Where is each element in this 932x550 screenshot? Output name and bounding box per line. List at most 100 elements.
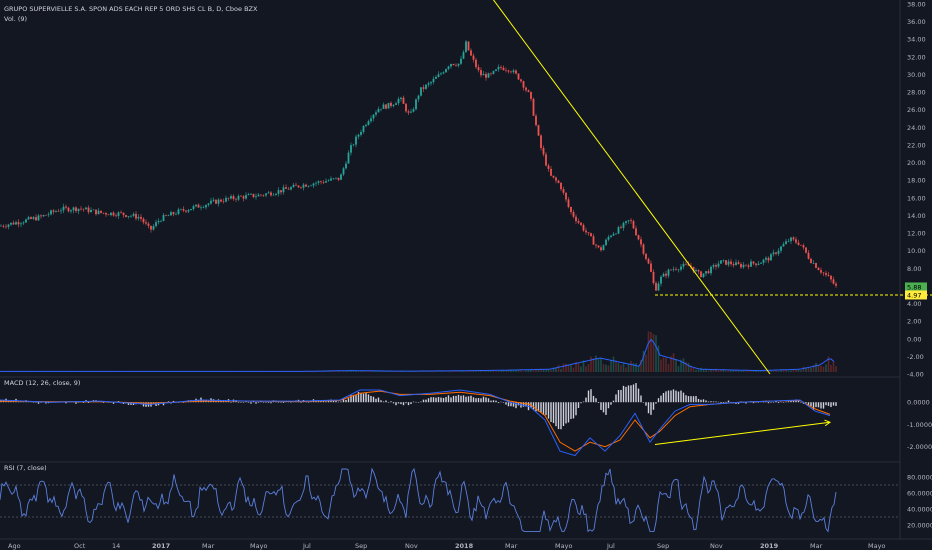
candle-body — [115, 215, 117, 217]
candle-body — [517, 73, 520, 80]
macd-histogram-bar — [445, 397, 447, 403]
volume-bar — [547, 369, 550, 372]
candle-body — [360, 131, 362, 135]
candle-body — [530, 91, 532, 99]
candle-body — [335, 177, 337, 179]
candle-body — [445, 68, 447, 73]
macd-histogram-bar — [702, 399, 705, 403]
macd-histogram-bar — [457, 394, 460, 403]
candle-body — [770, 254, 772, 261]
candle-body — [297, 185, 300, 188]
candle-body — [510, 71, 512, 73]
candle-body — [60, 210, 62, 212]
volume-bar — [597, 358, 600, 372]
macd-histogram-bar — [430, 397, 432, 403]
macd-histogram-bar — [502, 402, 505, 403]
candle-body — [392, 104, 395, 107]
candle-body — [305, 184, 307, 187]
macd-histogram-bar — [777, 402, 780, 404]
candle-body — [245, 195, 247, 199]
candle-body — [662, 273, 665, 277]
macd-axis[interactable]: 0.0000 -1.0000 -2.0000 — [907, 399, 932, 451]
volume-bar — [707, 370, 710, 372]
macd-histogram-bar — [452, 395, 455, 403]
volume-bar — [825, 364, 827, 372]
macd-histogram-bar — [677, 391, 680, 403]
candle-body — [767, 257, 770, 261]
price-tick-label: 14.00 — [907, 212, 926, 220]
volume-bar — [580, 366, 582, 372]
candle-body — [607, 236, 610, 240]
macd-histogram-bar — [405, 402, 407, 404]
macd-histogram-bar — [562, 402, 565, 426]
candle-body — [720, 260, 722, 264]
candle-body — [555, 177, 557, 181]
macd-histogram-bar — [567, 402, 570, 423]
candle-body — [257, 194, 260, 197]
macd-histogram-bar — [817, 402, 820, 408]
price-tick-label: 12.00 — [907, 230, 926, 238]
macd-histogram-bar — [575, 402, 577, 416]
volume-bar — [800, 370, 802, 372]
volume-bar — [470, 371, 472, 372]
candle-body — [825, 273, 827, 275]
macd-histogram-bar — [710, 401, 712, 403]
candle-body — [215, 199, 217, 204]
candle-body — [47, 214, 50, 216]
candle-body — [2, 225, 5, 227]
macd-histogram-bar — [625, 386, 627, 403]
candle-body — [747, 265, 750, 267]
candle-body — [787, 241, 790, 242]
candle-body — [17, 222, 20, 225]
macd-histogram-bar — [610, 402, 612, 405]
macd-histogram-bar — [420, 401, 422, 403]
volume-bar — [660, 359, 662, 372]
candle-body — [497, 66, 500, 70]
candle-body — [442, 72, 445, 74]
candle-body — [165, 214, 167, 216]
macd-histogram-bar — [810, 402, 812, 407]
candle-body — [697, 270, 700, 272]
candle-body — [277, 190, 280, 194]
candle-body — [802, 245, 805, 248]
candle-body — [197, 204, 200, 208]
candle-body — [410, 111, 412, 113]
volume-bar — [607, 365, 610, 372]
macd-indicator-label: MACD (12, 26, close, 9) — [4, 379, 80, 387]
candle-body — [792, 237, 795, 240]
candle-body — [467, 41, 470, 51]
candle-body — [230, 196, 232, 199]
candle-body — [830, 275, 832, 280]
candle-body — [515, 70, 517, 74]
macd-histogram-bar — [497, 402, 500, 404]
candle-body — [130, 215, 132, 217]
candle-body — [300, 187, 302, 188]
candle-body — [535, 115, 537, 126]
candle-body — [312, 183, 315, 186]
candle-body — [477, 67, 480, 71]
volume-bar — [617, 362, 620, 372]
candle-body — [470, 50, 472, 56]
macd-histogram-bar — [590, 389, 592, 403]
volume-bar — [787, 370, 790, 372]
candle-body — [627, 220, 630, 222]
candle-body — [187, 210, 190, 212]
macd-histogram-bar — [660, 395, 662, 403]
candle-body — [327, 180, 330, 182]
macd-histogram-bar — [712, 401, 715, 403]
candle-body — [150, 225, 152, 230]
macd-histogram-bar — [622, 385, 625, 403]
volume-bar — [630, 361, 632, 372]
price-tick-label: 32.00 — [907, 53, 926, 61]
candle-body — [612, 233, 615, 236]
chart-canvas[interactable]: 38.00 36.00 34.00 32.00 30.00 28.00 26.00 24.00… — [0, 0, 932, 550]
volume-bar — [437, 371, 440, 372]
time-tick-label: Ago — [8, 542, 21, 550]
macd-histogram-bar — [830, 402, 832, 408]
macd-histogram-bar — [577, 402, 580, 408]
time-tick-label: Oct — [74, 542, 86, 550]
candle-body — [672, 269, 675, 270]
macd-histogram-bar — [607, 402, 610, 409]
candle-body — [707, 271, 710, 274]
candle-body — [660, 276, 662, 284]
